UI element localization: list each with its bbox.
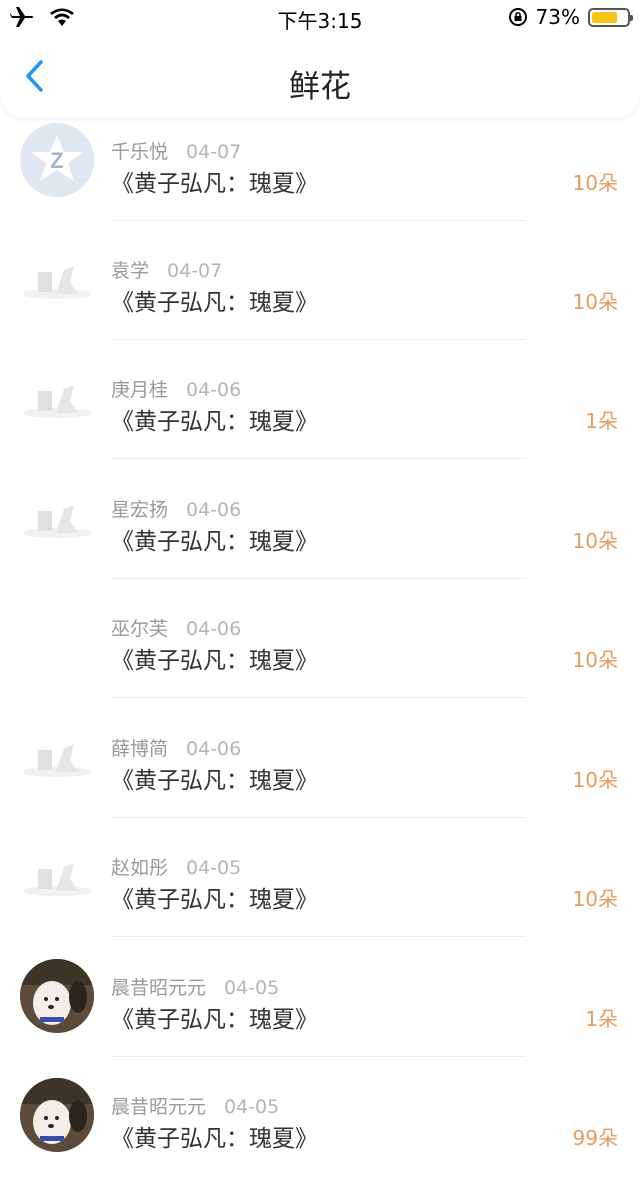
gift-date: 04-05 [186, 857, 242, 879]
work-title: 《黄子弘凡：瑰夏》 [111, 1007, 318, 1033]
work-title: 《黄子弘凡：瑰夏》 [111, 887, 318, 913]
navigation-bar: 鲜花 [0, 36, 640, 118]
qq-star-icon: Z [20, 123, 94, 197]
flower-count: 10朵 [572, 290, 618, 314]
avatar[interactable] [20, 481, 94, 555]
orientation-lock-icon [508, 8, 527, 26]
work-title: 《黄子弘凡：瑰夏》 [111, 648, 318, 674]
avatar[interactable]: Z [20, 123, 94, 197]
avatar[interactable] [20, 600, 94, 674]
divider [111, 1056, 526, 1057]
list-item[interactable]: Z 千乐悦 04-07 《黄子弘凡：瑰夏》 10朵 [0, 123, 640, 243]
battery-icon [588, 7, 633, 27]
list-item[interactable]: 庚月桂 04-06 《黄子弘凡：瑰夏》 1朵 [0, 361, 640, 481]
avatar[interactable] [20, 959, 94, 1033]
avatar[interactable] [20, 242, 94, 316]
user-name: 袁学 [111, 260, 150, 282]
user-name: 巫尔芙 [111, 618, 169, 640]
divider [111, 578, 526, 579]
flower-count: 99朵 [572, 1126, 618, 1150]
gift-date: 04-06 [186, 379, 242, 401]
svg-text:Z: Z [50, 148, 63, 173]
work-title: 《黄子弘凡：瑰夏》 [111, 768, 318, 794]
gift-date: 04-05 [224, 1096, 280, 1118]
image-placeholder-icon [21, 744, 93, 777]
divider [111, 458, 526, 459]
image-placeholder-icon [21, 505, 93, 538]
list-item[interactable]: 袁学 04-07 《黄子弘凡：瑰夏》 10朵 [0, 242, 640, 362]
divider [111, 697, 526, 698]
page-title: 鲜花 [289, 69, 351, 105]
work-title: 《黄子弘凡：瑰夏》 [111, 171, 318, 197]
dog-photo-icon [20, 1078, 94, 1152]
flower-count: 10朵 [572, 648, 618, 672]
flower-count: 10朵 [572, 768, 618, 792]
divider [111, 339, 526, 340]
avatar[interactable] [20, 839, 94, 913]
work-title: 《黄子弘凡：瑰夏》 [111, 409, 318, 435]
gift-date: 04-07 [167, 260, 223, 282]
avatar[interactable] [20, 1078, 94, 1152]
user-name: 千乐悦 [111, 141, 169, 163]
divider [111, 817, 526, 818]
avatar[interactable] [20, 720, 94, 794]
gift-date: 04-07 [186, 141, 242, 163]
user-name: 赵如彤 [111, 857, 169, 879]
battery-percent: 73% [535, 5, 580, 29]
gift-date: 04-06 [186, 499, 242, 521]
user-name: 晨昔昭元元 [111, 1096, 207, 1118]
work-title: 《黄子弘凡：瑰夏》 [111, 290, 318, 316]
gift-date: 04-06 [186, 738, 242, 760]
list-item[interactable]: 巫尔芙 04-06 《黄子弘凡：瑰夏》 10朵 [0, 600, 640, 720]
status-bar: 下午3:15 73% [0, 0, 640, 36]
user-name: 星宏扬 [111, 499, 169, 521]
list-item[interactable]: 星宏扬 04-06 《黄子弘凡：瑰夏》 10朵 [0, 481, 640, 601]
user-name: 庚月桂 [111, 379, 169, 401]
user-name: 薛博简 [111, 738, 169, 760]
divider [111, 936, 526, 937]
list-item[interactable]: 晨昔昭元元 04-05 《黄子弘凡：瑰夏》 1朵 [0, 959, 640, 1079]
battery-level [592, 11, 617, 23]
flower-count: 1朵 [585, 1007, 618, 1031]
gift-date: 04-05 [224, 977, 280, 999]
gift-date: 04-06 [186, 618, 242, 640]
list-item[interactable]: 赵如彤 04-05 《黄子弘凡：瑰夏》 10朵 [0, 839, 640, 959]
avatar[interactable] [20, 361, 94, 435]
image-placeholder-icon [21, 266, 93, 299]
flower-count: 10朵 [572, 529, 618, 553]
work-title: 《黄子弘凡：瑰夏》 [111, 529, 318, 555]
work-title: 《黄子弘凡：瑰夏》 [111, 1126, 318, 1152]
flower-count: 10朵 [572, 171, 618, 195]
flower-count: 10朵 [572, 887, 618, 911]
divider [111, 220, 526, 221]
dog-photo-icon [20, 959, 94, 1033]
flower-count: 1朵 [585, 409, 618, 433]
user-name: 晨昔昭元元 [111, 977, 207, 999]
image-placeholder-icon [21, 863, 93, 896]
list-item[interactable]: 薛博简 04-06 《黄子弘凡：瑰夏》 10朵 [0, 720, 640, 840]
image-placeholder-icon [21, 385, 93, 418]
